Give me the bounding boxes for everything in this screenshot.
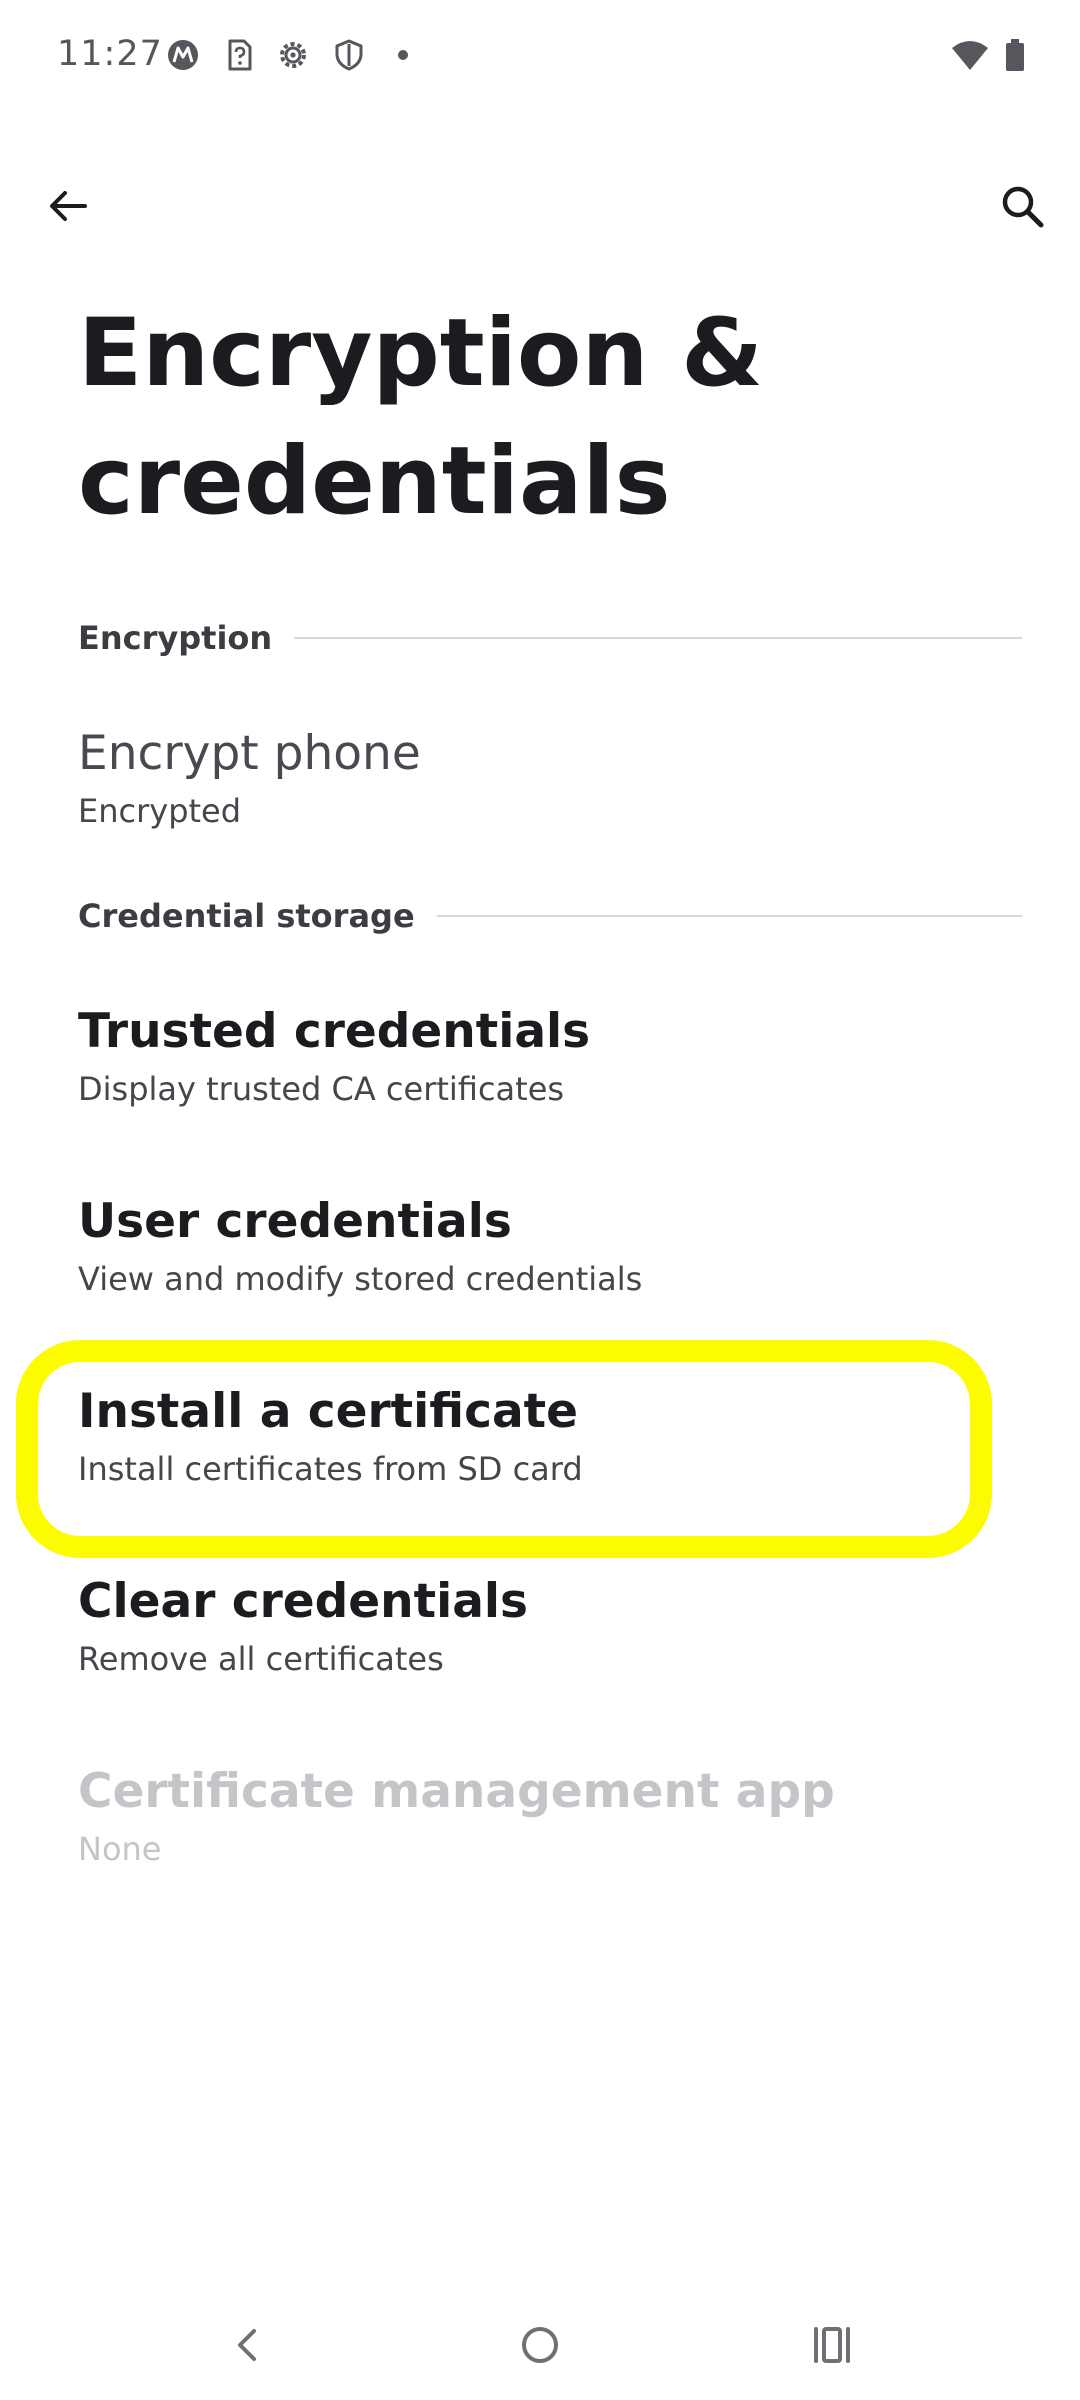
- pref-title: Certificate management app: [78, 1764, 835, 1819]
- settings-gear-icon: [276, 38, 310, 72]
- pref-encrypt-phone[interactable]: Encrypt phone Encrypted: [0, 696, 1080, 876]
- search-button[interactable]: [982, 166, 1062, 246]
- section-divider: [294, 637, 1022, 639]
- nav-recents-button[interactable]: [792, 2310, 872, 2380]
- page-title: Encryption & credentials: [78, 299, 764, 536]
- nav-back-button[interactable]: [208, 2310, 288, 2380]
- section-divider: [436, 915, 1022, 917]
- pref-title: Trusted credentials: [78, 1004, 591, 1059]
- shield-icon: [332, 38, 366, 72]
- search-icon: [1002, 186, 1044, 228]
- status-time: 11:27: [57, 34, 163, 74]
- nav-back-icon: [238, 2329, 256, 2361]
- pref-title: Install a certificate: [78, 1384, 579, 1439]
- battery-icon: [1004, 38, 1026, 72]
- sim-question-icon: [222, 38, 256, 72]
- pref-user-credentials[interactable]: User credentials View and modify stored …: [0, 1164, 1080, 1344]
- navigation-bar: [0, 2290, 1080, 2400]
- pref-certificate-management-app: Certificate management app None: [0, 1734, 1080, 1914]
- status-bar: 11:27: [0, 0, 1080, 112]
- section-header-credential-storage: Credential storage: [78, 894, 1022, 938]
- arrow-back-icon: [50, 191, 87, 221]
- motorola-icon: [166, 38, 200, 72]
- pref-summary: Encrypted: [78, 792, 242, 830]
- section-header-encryption: Encryption: [78, 616, 1022, 660]
- pref-title: User credentials: [78, 1194, 512, 1249]
- back-button[interactable]: [28, 166, 108, 246]
- pref-summary: Install certificates from SD card: [78, 1450, 583, 1488]
- pref-summary: Remove all certificates: [78, 1640, 444, 1678]
- section-header-label: Encryption: [78, 619, 273, 657]
- pref-title: Encrypt phone: [78, 726, 421, 781]
- pref-install-certificate[interactable]: Install a certificate Install certificat…: [0, 1354, 1080, 1534]
- pref-title: Clear credentials: [78, 1574, 529, 1629]
- nav-recents-icon: [814, 2327, 850, 2363]
- pref-summary: None: [78, 1830, 162, 1868]
- dot-icon: [386, 38, 420, 72]
- nav-home-button[interactable]: [500, 2310, 580, 2380]
- nav-home-icon: [522, 2327, 558, 2363]
- pref-summary: View and modify stored credentials: [78, 1260, 643, 1298]
- section-header-label: Credential storage: [78, 897, 415, 935]
- pref-summary: Display trusted CA certificates: [78, 1070, 565, 1108]
- pref-clear-credentials[interactable]: Clear credentials Remove all certificate…: [0, 1544, 1080, 1724]
- pref-trusted-credentials[interactable]: Trusted credentials Display trusted CA c…: [0, 974, 1080, 1154]
- wifi-icon: [950, 38, 990, 72]
